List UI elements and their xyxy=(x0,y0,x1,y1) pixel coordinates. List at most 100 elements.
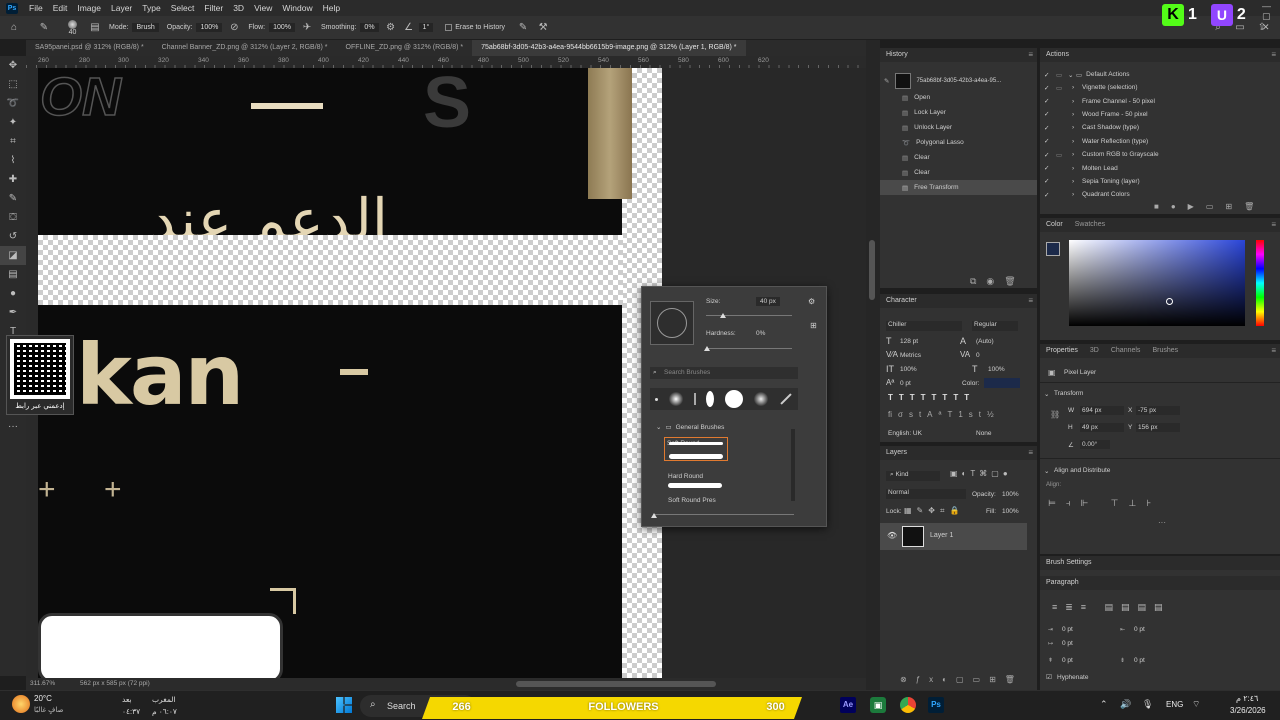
chevron-down-icon[interactable]: ⌄ xyxy=(1044,390,1049,398)
brush-tip-icon[interactable] xyxy=(693,393,696,405)
font-family-select[interactable]: Chiller xyxy=(886,321,962,331)
weather-desc[interactable]: صافٍ غالبًا xyxy=(34,706,63,714)
height-input[interactable]: 49 px xyxy=(1080,423,1124,432)
brush-item-soft-round[interactable]: Soft Round xyxy=(664,437,728,461)
text-color-swatch[interactable] xyxy=(984,378,1020,388)
zoom-level[interactable]: 311.67% xyxy=(30,680,55,687)
menu-filter[interactable]: Filter xyxy=(199,3,228,13)
action-item[interactable]: ✓ ▭ › Vignette (selection) xyxy=(1040,81,1280,94)
lock-buttons[interactable]: ▦✎✥⌗🔒 xyxy=(904,506,964,516)
brush-folder-general[interactable]: ⌄ ▭ General Brushes xyxy=(656,423,724,432)
menu-3d[interactable]: 3D xyxy=(228,3,249,13)
history-snapshot[interactable]: ✎ 75ab68bf-3d05-42b3-a4ea-95... xyxy=(880,72,1037,90)
color-picker-cursor[interactable] xyxy=(1166,298,1173,305)
layer-filter-buttons[interactable]: ▣◐T⌘▢● xyxy=(950,469,1012,478)
brush-tip-icon[interactable] xyxy=(655,397,659,401)
hardness-slider-thumb[interactable] xyxy=(704,346,710,351)
kerning-input[interactable]: Metrics xyxy=(900,352,921,359)
language-indicator[interactable]: ENG xyxy=(1166,700,1183,709)
weather-temp[interactable]: 20°C xyxy=(34,694,52,703)
history-item[interactable]: ▤ Open xyxy=(880,90,1037,105)
brush-settings-panel-title[interactable]: Brush Settings xyxy=(1040,556,1280,570)
history-item-selected[interactable]: ▤ Free Transform xyxy=(880,180,1037,195)
preview-size-slider-thumb[interactable] xyxy=(651,513,657,518)
actions-panel-title[interactable]: Actions xyxy=(1040,48,1280,62)
actions-footer-buttons[interactable]: ■●▶▭⊞🗑 xyxy=(1154,202,1266,211)
character-panel-title[interactable]: Character xyxy=(880,294,1037,308)
y-input[interactable]: 156 px xyxy=(1136,423,1180,432)
tab-properties[interactable]: Properties xyxy=(1046,344,1078,358)
layers-panel-title[interactable]: Layers xyxy=(880,446,1037,460)
panel-menu-icon[interactable]: ≡ xyxy=(1271,346,1276,355)
volume-icon[interactable]: 🔊 xyxy=(1120,699,1131,710)
width-input[interactable]: 694 px xyxy=(1080,406,1124,415)
eraser-tool-icon[interactable]: ◪ xyxy=(0,246,26,265)
menu-layer[interactable]: Layer xyxy=(106,3,137,13)
stamp-tool-icon[interactable]: ⛋ xyxy=(0,208,26,227)
dialog-toggle-icon[interactable]: ▭ xyxy=(1056,151,1072,159)
tab-3d[interactable]: 3D xyxy=(1090,344,1099,358)
brush-size-slider-thumb[interactable] xyxy=(720,313,726,318)
hardness-input[interactable]: 0% xyxy=(756,330,765,337)
smoothing-input[interactable]: 0% xyxy=(360,23,379,32)
eye-icon[interactable]: 👁 xyxy=(887,531,897,540)
vertical-scale-input[interactable]: 100% xyxy=(900,366,917,373)
indent-right-input[interactable]: 0 pt xyxy=(1134,626,1145,633)
text-style-buttons[interactable]: TTTTTTTT xyxy=(888,393,975,402)
font-style-select[interactable]: Regular xyxy=(972,321,1018,331)
layer-name[interactable]: Layer 1 xyxy=(930,532,953,539)
panel-menu-icon[interactable]: ≡ xyxy=(1271,220,1276,229)
horizontal-scale-input[interactable]: 100% xyxy=(988,366,1005,373)
crop-tool-icon[interactable]: ⌗ xyxy=(0,132,26,151)
tab-color[interactable]: Color xyxy=(1046,218,1063,232)
tracking-input[interactable]: 0 xyxy=(976,352,980,359)
tray-chevron-icon[interactable]: ⌃ xyxy=(1100,699,1108,710)
indent-left-input[interactable]: 0 pt xyxy=(1062,626,1073,633)
transform-section-label[interactable]: Transform xyxy=(1054,390,1083,397)
color-picker-field[interactable] xyxy=(1069,240,1245,326)
blend-mode-select[interactable]: Normal xyxy=(886,489,966,499)
hue-slider[interactable] xyxy=(1256,240,1264,326)
align-buttons[interactable]: ⊨⫞⊩ ⊤⊥⊦ xyxy=(1048,498,1161,509)
action-item[interactable]: ✓ › Water Reflection (type) xyxy=(1040,135,1280,148)
action-item[interactable]: ✓ › Cast Shadow (type) xyxy=(1040,121,1280,134)
gear-icon[interactable]: ⚙ xyxy=(808,297,815,306)
menu-image[interactable]: Image xyxy=(72,3,106,13)
hardness-slider[interactable] xyxy=(706,348,792,349)
new-preset-icon[interactable]: ⊞ xyxy=(810,321,817,330)
tab-document-3[interactable]: OFFLINE_ZD.png @ 312% (RGB/8) * xyxy=(337,40,473,56)
erase-history-checkbox[interactable] xyxy=(445,24,453,31)
align-section-label[interactable]: Align and Distribute xyxy=(1054,467,1110,474)
flow-input[interactable]: 100% xyxy=(269,23,295,32)
history-item[interactable]: ▤ Unlock Layer xyxy=(880,120,1037,135)
history-item[interactable]: ▤ Clear xyxy=(880,150,1037,165)
microphone-icon[interactable]: 🎙 xyxy=(1142,699,1153,710)
menu-help[interactable]: Help xyxy=(318,3,345,13)
hyphenate-checkbox[interactable]: ☑ xyxy=(1046,673,1052,681)
pressure-size-icon[interactable]: ✎ xyxy=(517,22,529,34)
link-icon[interactable]: ⛓ xyxy=(1050,410,1060,419)
panel-menu-icon[interactable]: ≡ xyxy=(1028,448,1033,457)
brush-tip-icon[interactable] xyxy=(669,392,684,406)
tab-document-2[interactable]: Channel Banner_ZD.png @ 312% (Layer 2, R… xyxy=(153,40,337,56)
tab-channels[interactable]: Channels xyxy=(1111,344,1141,358)
tab-document-1[interactable]: SA95panei.psd @ 312% (RGB/8) * xyxy=(26,40,153,56)
layers-footer-buttons[interactable]: ⊗ƒx◐▢▭⊞🗑 xyxy=(900,675,1024,684)
language-select[interactable]: English: UK xyxy=(888,430,922,437)
brush-settings-toggle-icon[interactable]: ▤ xyxy=(89,22,101,34)
brush-list-scrollbar[interactable] xyxy=(791,429,795,501)
antialias-select[interactable]: None xyxy=(976,430,992,437)
menu-type[interactable]: Type xyxy=(137,3,165,13)
network-icon[interactable]: ⌔ xyxy=(1192,699,1200,710)
brush-size-input[interactable]: 40 px xyxy=(756,297,780,306)
brush-angle-preview[interactable] xyxy=(650,301,694,345)
layer-filter-kind-select[interactable]: ⌕ Kind xyxy=(886,471,940,481)
healing-tool-icon[interactable]: ✚ xyxy=(0,170,26,189)
lasso-tool-icon[interactable]: ➰ xyxy=(0,94,26,113)
pen-tool-icon[interactable]: ✒ xyxy=(0,303,26,322)
eraser-tool-icon[interactable]: ✎ xyxy=(38,22,50,34)
panel-menu-icon[interactable]: ≡ xyxy=(1028,50,1033,59)
brush-tip-icon[interactable] xyxy=(753,392,768,406)
action-item[interactable]: ✓ › Sepia Toning (layer) xyxy=(1040,175,1280,188)
brush-search-input[interactable]: ⌕ Search Brushes xyxy=(650,367,798,379)
